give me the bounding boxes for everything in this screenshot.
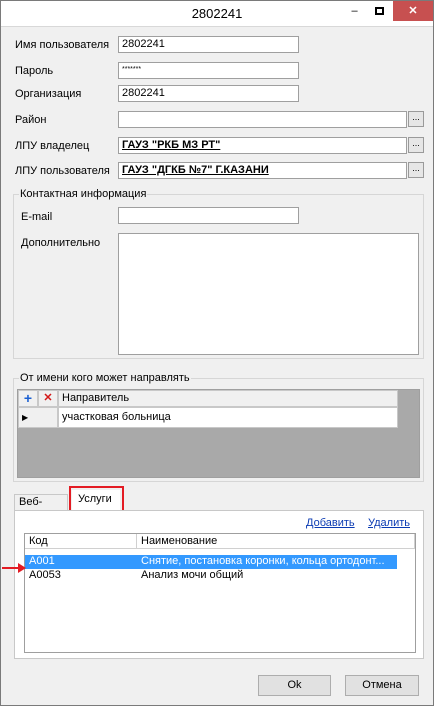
close-button[interactable]: ✕ xyxy=(393,1,433,21)
maximize-button[interactable] xyxy=(366,1,393,21)
username-field[interactable]: 2802241 xyxy=(118,36,299,53)
district-lookup-button[interactable]: ... xyxy=(408,111,424,127)
organization-field[interactable]: 2802241 xyxy=(118,85,299,102)
delete-row-icon[interactable]: ✕ xyxy=(38,390,58,407)
row-indicator-icon: ▶ xyxy=(18,407,58,428)
email-field[interactable] xyxy=(118,207,299,224)
service-row-name[interactable]: Снятие, постановка коронки, кольца ортод… xyxy=(137,555,397,569)
password-field[interactable]: ******* xyxy=(118,62,299,79)
username-label: Имя пользователя xyxy=(15,39,110,51)
referrer-row[interactable]: участковая больница xyxy=(58,407,398,428)
code-column-header[interactable]: Код xyxy=(25,534,137,549)
maximize-icon xyxy=(375,7,384,16)
district-field[interactable] xyxy=(118,111,407,128)
referrer-grid: + ✕ Направитель ▶ участковая больница xyxy=(17,389,420,478)
lpu-user-label: ЛПУ пользователя xyxy=(15,165,110,177)
services-list: Код Наименование A001 Снятие, постановка… xyxy=(24,533,416,653)
add-row-icon[interactable]: + xyxy=(18,390,38,407)
name-column-header[interactable]: Наименование xyxy=(137,534,415,549)
extra-info-label: Дополнительно xyxy=(21,237,101,249)
delete-service-link[interactable]: Удалить xyxy=(368,517,410,529)
email-label: E-mail xyxy=(21,211,53,223)
title-bar: 2802241 – ✕ xyxy=(1,1,433,27)
lpu-owner-label: ЛПУ владелец xyxy=(15,140,90,152)
dialog-window: 2802241 – ✕ Имя пользователя 2802241 Пар… xyxy=(0,0,434,706)
add-service-link[interactable]: Добавить xyxy=(306,517,355,529)
password-label: Пароль xyxy=(15,65,54,77)
lpu-user-lookup-button[interactable]: ... xyxy=(408,162,424,178)
extra-info-memo[interactable] xyxy=(118,233,419,355)
cancel-button[interactable]: Отмена xyxy=(345,675,419,696)
ok-button[interactable]: Ok xyxy=(258,675,331,696)
service-row-code[interactable]: A001 xyxy=(25,555,137,569)
lpu-owner-field[interactable]: ГАУЗ "РКБ МЗ РТ" xyxy=(118,137,407,154)
contact-group-title: Контактная информация xyxy=(19,188,148,200)
minimize-button[interactable]: – xyxy=(341,1,368,21)
service-row-name[interactable]: Анализ мочи общий xyxy=(137,569,397,583)
district-label: Район xyxy=(15,114,47,126)
services-tab-highlight xyxy=(69,486,124,512)
referrer-column-header[interactable]: Направитель xyxy=(58,390,398,407)
lpu-user-field[interactable]: ГАУЗ "ДГКБ №7" Г.КАЗАНИ xyxy=(118,162,407,179)
red-arrow-icon xyxy=(2,563,26,573)
organization-label: Организация xyxy=(15,88,82,100)
service-row-code[interactable]: A0053 xyxy=(25,569,137,583)
lpu-owner-lookup-button[interactable]: ... xyxy=(408,137,424,153)
send-on-behalf-title: От имени кого может направлять xyxy=(19,372,191,384)
